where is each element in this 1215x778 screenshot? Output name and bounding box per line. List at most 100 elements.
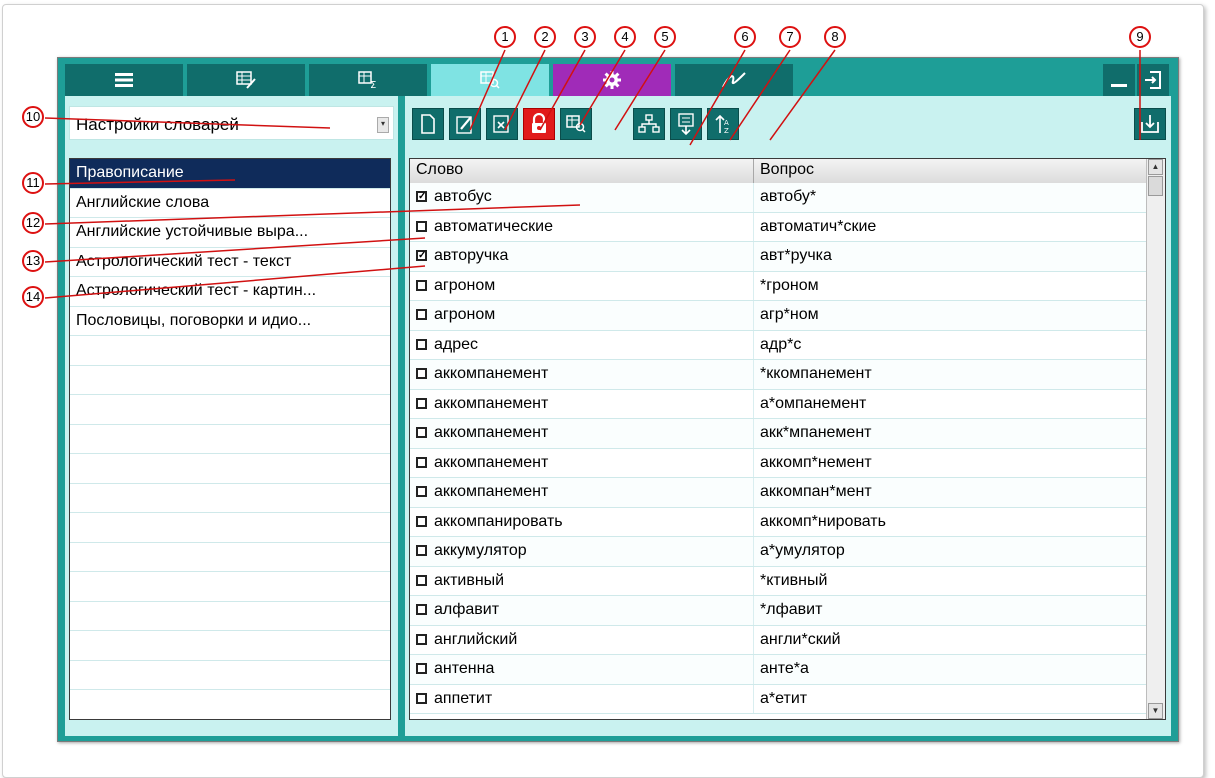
lock-button[interactable] [523, 108, 555, 140]
word-cell: аккомпанемент [434, 394, 549, 412]
column-header-question[interactable]: Вопрос [760, 161, 814, 179]
row-checkbox[interactable] [416, 663, 427, 674]
row-checkbox[interactable] [416, 397, 427, 409]
scroll-up-button[interactable]: ▲ [1148, 159, 1163, 175]
vertical-scrollbar[interactable]: ▲ ▼ [1146, 159, 1165, 719]
dictionary-empty-row [70, 366, 390, 395]
cell-divider [753, 389, 754, 418]
dictionary-item[interactable]: Правописание [70, 159, 390, 189]
question-cell: авт*ручка [760, 247, 832, 264]
pane-splitter[interactable] [398, 96, 405, 736]
minimize-button[interactable] [1103, 64, 1135, 96]
table-row[interactable]: аккомпанемент *ккомпанемент [410, 360, 1147, 390]
scroll-thumb[interactable] [1148, 176, 1163, 196]
question-cell: акк*мпанемент [760, 424, 872, 441]
table-row[interactable]: ✓ автобус автобу* [410, 183, 1147, 213]
cell-divider [753, 478, 754, 507]
dictionary-combo[interactable]: Настройки словарей ▾ [69, 106, 394, 140]
callout-badge: 1 [494, 26, 516, 48]
dictionary-empty-row [70, 543, 390, 572]
import-button[interactable] [1134, 108, 1166, 140]
sort-icon: AZ [715, 114, 729, 135]
table-row[interactable]: агроном *гроном [410, 271, 1147, 301]
cell-divider [753, 655, 754, 684]
table-row[interactable]: автоматические автоматич*ские [410, 212, 1147, 242]
callout-badge: 7 [779, 26, 801, 48]
table-row[interactable]: активный *ктивный [410, 566, 1147, 596]
table-row[interactable]: английский англи*ский [410, 625, 1147, 655]
question-cell: *гроном [760, 276, 819, 294]
callout-badge: 4 [614, 26, 636, 48]
column-divider [753, 159, 754, 183]
edit-button[interactable] [449, 108, 481, 140]
table-search-icon [566, 115, 586, 133]
row-checkbox[interactable] [416, 604, 427, 615]
table-row[interactable]: антенна анте*а [410, 655, 1147, 685]
row-checkbox[interactable] [416, 515, 427, 527]
row-checkbox[interactable] [416, 456, 427, 468]
word-table[interactable]: Слово Вопрос ✓ автобус автобу* автоматическ… [409, 158, 1166, 720]
hierarchy-button[interactable] [633, 108, 665, 140]
sort-button[interactable]: AZ [707, 108, 739, 140]
table-row[interactable]: аппетит а*етит [410, 684, 1147, 714]
new-button[interactable] [412, 108, 444, 140]
row-checkbox[interactable]: ✓ [416, 191, 427, 202]
tab-settings[interactable] [553, 64, 673, 96]
column-header-word[interactable]: Слово [416, 161, 463, 179]
row-checkbox[interactable] [416, 279, 427, 291]
callout-badge: 5 [654, 26, 676, 48]
content-area: Настройки словарей ▾ Правописание Английс… [65, 96, 1171, 736]
word-cell: алфавит [434, 601, 500, 618]
dictionary-list[interactable]: Правописание Английские слова Английские у… [69, 158, 391, 720]
table-row[interactable]: адрес адр*с [410, 330, 1147, 360]
row-checkbox[interactable] [416, 633, 427, 645]
search-table-button[interactable] [560, 108, 592, 140]
row-checkbox[interactable] [416, 545, 427, 556]
dictionary-item[interactable]: Пословицы, поговорки и идио... [70, 307, 390, 336]
row-checkbox[interactable] [416, 368, 427, 379]
tab-sum-table[interactable]: Σ [309, 64, 429, 96]
row-checkbox[interactable] [416, 574, 427, 586]
table-row[interactable]: аккумулятор а*умулятор [410, 537, 1147, 567]
cell-divider [753, 684, 754, 713]
callout-badge: 3 [574, 26, 596, 48]
scroll-down-button[interactable]: ▼ [1148, 703, 1163, 719]
row-checkbox[interactable] [416, 220, 427, 232]
chevron-down-icon[interactable]: ▾ [377, 117, 389, 133]
row-checkbox[interactable]: ✓ [416, 250, 427, 261]
tab-edit-table[interactable] [187, 64, 307, 96]
table-body: ✓ автобус автобу* автоматические автоматич*с… [410, 183, 1147, 714]
minimize-icon [1111, 84, 1127, 87]
delete-button[interactable] [486, 108, 518, 140]
dictionary-item[interactable]: Астрологический тест - картин... [70, 277, 390, 307]
row-checkbox[interactable] [416, 692, 427, 704]
exit-button[interactable] [1137, 64, 1169, 96]
row-checkbox[interactable] [416, 309, 427, 320]
table-header: Слово Вопрос [410, 159, 1147, 184]
word-cell: аппетит [434, 689, 493, 707]
word-cell: агроном [434, 276, 496, 294]
question-cell: автобу* [760, 188, 817, 205]
tab-bar: Σ [65, 64, 1171, 96]
table-row[interactable]: аккомпанемент акк*мпанемент [410, 419, 1147, 449]
tab-list[interactable] [65, 64, 185, 96]
word-cell: автобус [434, 188, 492, 205]
dictionary-item[interactable]: Астрологический тест - текст [70, 248, 390, 277]
table-row[interactable]: аккомпанемент а*омпанемент [410, 389, 1147, 419]
tab-search-table[interactable] [431, 64, 551, 96]
table-row[interactable]: ✓ авторучка авт*ручка [410, 242, 1147, 272]
table-row[interactable]: аккомпанемент аккомп*немент [410, 448, 1147, 478]
table-row[interactable]: аккомпанемент аккомпан*мент [410, 478, 1147, 508]
table-row[interactable]: агроном агр*ном [410, 301, 1147, 331]
table-row[interactable]: аккомпанировать аккомп*нировать [410, 507, 1147, 537]
table-row[interactable]: алфавит *лфавит [410, 596, 1147, 626]
row-checkbox[interactable] [416, 338, 427, 350]
tab-signature[interactable] [675, 64, 795, 96]
svg-text:Σ: Σ [370, 80, 376, 89]
row-checkbox[interactable] [416, 486, 427, 497]
dictionary-item[interactable]: Английские слова [70, 189, 390, 218]
dictionary-item[interactable]: Английские устойчивые выра... [70, 218, 390, 248]
row-checkbox[interactable] [416, 427, 427, 438]
move-down-button[interactable] [670, 108, 702, 140]
dictionary-empty-row [70, 425, 390, 454]
